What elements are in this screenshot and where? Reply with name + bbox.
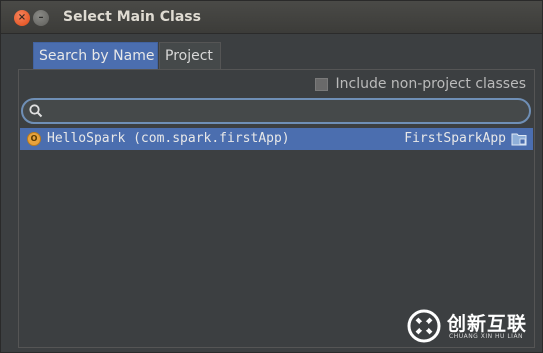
tab-search-by-name[interactable]: Search by Name	[33, 42, 158, 70]
tab-project[interactable]: Project	[159, 42, 221, 70]
class-icon: O	[27, 132, 41, 146]
watermark: 创新互联 CHUANG XIN HU LIAN	[407, 306, 539, 346]
include-non-project-label: Include non-project classes	[335, 76, 526, 92]
brand-name-en: CHUANG XIN HU LIAN	[449, 333, 524, 340]
window-title: Select Main Class	[63, 9, 201, 25]
search-field[interactable]	[21, 98, 531, 124]
result-class-name: HelloSpark (com.spark.firstApp)	[47, 131, 290, 146]
module-folder-icon	[511, 133, 527, 146]
search-icon	[29, 104, 43, 118]
title-bar: × – Select Main Class	[1, 1, 542, 34]
result-module-name: FirstSparkApp	[404, 131, 506, 146]
result-row[interactable]: O HelloSpark (com.spark.firstApp) FirstS…	[20, 128, 533, 150]
search-input[interactable]	[49, 102, 519, 120]
include-non-project-option[interactable]: Include non-project classes	[314, 76, 526, 92]
include-non-project-checkbox[interactable]	[314, 77, 328, 91]
minimize-icon[interactable]: –	[33, 10, 49, 26]
brand-logo-icon	[407, 309, 441, 343]
close-icon[interactable]: ×	[14, 10, 30, 26]
brand-name-cn: 创新互联	[447, 313, 528, 335]
select-main-class-dialog: × – Select Main Class Search by Name Pro…	[0, 0, 543, 353]
